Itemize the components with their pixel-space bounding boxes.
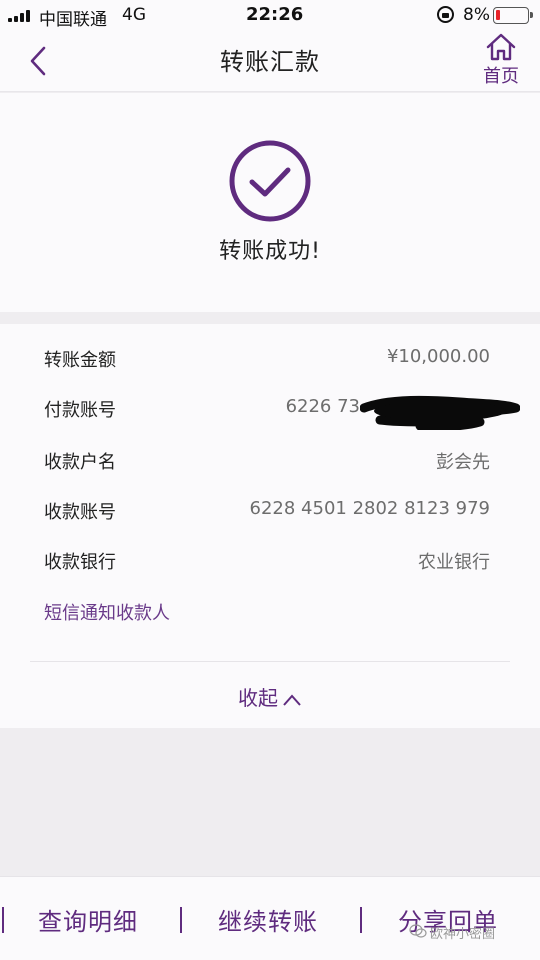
battery-icon: [493, 7, 533, 24]
detail-row-payee-name: 收款户名 彭会先: [44, 440, 490, 480]
clock: 22:26: [246, 4, 304, 25]
separator: [2, 907, 4, 933]
redaction-mark: [360, 395, 520, 430]
detail-value: ¥10,000.00: [386, 346, 490, 367]
detail-label: 付款账号: [44, 400, 116, 421]
rotation-lock-icon: [437, 6, 454, 23]
detail-row-payee-account: 收款账号 6228 4501 2802 8123 979: [44, 490, 490, 530]
success-message: 转账成功!: [219, 239, 321, 264]
network-type: 4G: [122, 5, 146, 25]
result-card: 转账成功!: [0, 93, 540, 312]
carrier-name: 中国联通: [39, 10, 107, 30]
collapse-button[interactable]: 收起: [0, 682, 540, 711]
detail-value: 农业银行: [418, 552, 490, 573]
sms-notify-link[interactable]: 短信通知收款人: [44, 599, 170, 625]
page-title: 转账汇款: [220, 48, 320, 76]
chevron-up-icon: [283, 693, 301, 706]
home-icon: [486, 33, 516, 61]
detail-value: 6228 4501 2802 8123 979: [249, 498, 490, 519]
detail-label: 收款银行: [44, 552, 116, 573]
query-details-button[interactable]: 查询明细: [38, 902, 138, 937]
detail-label: 转账金额: [44, 350, 116, 371]
continue-transfer-button[interactable]: 继续转账: [218, 902, 318, 937]
signal-icon: [8, 10, 34, 22]
status-bar: 中国联通 4G 22:26 8%: [0, 0, 540, 30]
check-circle-icon: [229, 140, 311, 222]
transfer-details: 转账金额 ¥10,000.00 付款账号 6226 73 收款户名 彭会先 收款…: [0, 324, 540, 728]
home-label: 首页: [483, 66, 519, 87]
nav-bar: 转账汇款 首页: [0, 30, 540, 92]
detail-value: 6226 73: [285, 396, 360, 417]
bottom-action-bar: 查询明细 继续转账 分享回单 欧神小密圈: [0, 876, 540, 960]
separator: [360, 907, 362, 933]
watermark-text: 欧神小密圈: [430, 927, 496, 942]
detail-value: 彭会先: [436, 452, 490, 473]
detail-label: 收款户名: [44, 452, 116, 473]
collapse-label: 收起: [238, 686, 278, 710]
detail-row-amount: 转账金额 ¥10,000.00: [44, 338, 490, 378]
wechat-icon: [409, 924, 427, 938]
detail-row-payee-bank: 收款银行 农业银行: [44, 540, 490, 580]
detail-label: 收款账号: [44, 502, 116, 523]
battery-percent: 8%: [463, 5, 490, 25]
separator: [180, 907, 182, 933]
home-button[interactable]: 首页: [474, 32, 528, 90]
divider: [30, 661, 510, 662]
